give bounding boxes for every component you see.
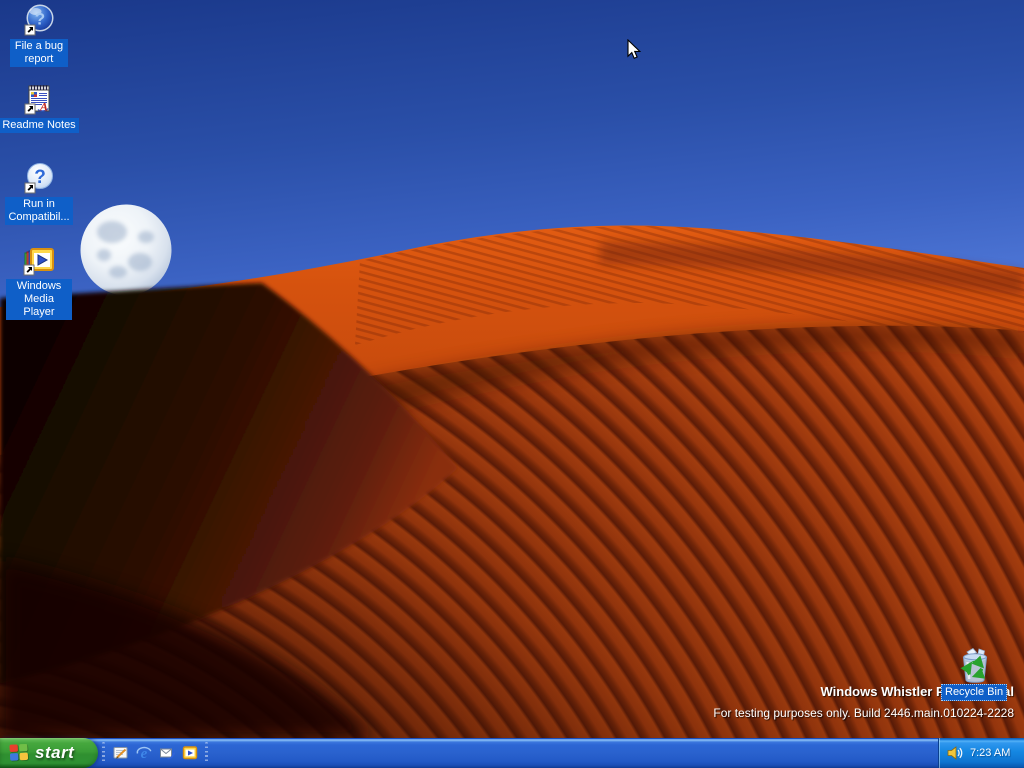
tray-clock[interactable]: 7:23 AM	[970, 747, 1010, 759]
outlook-express-icon[interactable]	[155, 740, 178, 766]
svg-text:?: ?	[35, 10, 45, 29]
recycle-bin-label[interactable]: Recycle Bin	[941, 684, 1008, 701]
icon-label: Windows Media Player	[6, 279, 72, 320]
quick-launch-bar: e	[109, 738, 201, 768]
volume-icon[interactable]	[946, 745, 964, 761]
icon-label: File a bug report	[10, 39, 68, 67]
wallpaper-red-moon-desert	[0, 0, 1024, 738]
shortcut-arrow	[24, 24, 36, 36]
mouse-cursor	[627, 39, 642, 60]
taskbar-separator	[102, 742, 105, 764]
moon	[80, 204, 172, 296]
system-tray: 7:23 AM	[938, 738, 1024, 768]
icon-label: Run in Compatibil...	[5, 197, 73, 225]
desktop-icon-windows-media-player[interactable]: Windows Media Player	[6, 243, 72, 320]
desktop: ? File a bug report A Readme Notes ? Run…	[0, 0, 1024, 738]
start-button[interactable]: start	[0, 738, 98, 768]
media-player-icon	[23, 248, 54, 276]
taskbar-empty-area	[212, 738, 938, 768]
taskbar: start e 7:23 AM	[0, 738, 1024, 768]
shortcut-arrow	[23, 264, 35, 276]
desktop-icon-run-in-compatibility[interactable]: ? Run in Compatibil...	[5, 161, 73, 225]
media-player-icon[interactable]	[178, 740, 201, 766]
windows-flag-icon	[9, 743, 29, 762]
svg-text:A: A	[39, 100, 48, 114]
icon-label: Readme Notes	[0, 118, 79, 133]
shortcut-arrow	[24, 182, 36, 194]
show-desktop-icon[interactable]	[109, 740, 132, 766]
recycle-bin-icon[interactable]	[953, 645, 997, 687]
watermark-build: For testing purposes only. Build 2446.ma…	[713, 706, 1014, 720]
shortcut-arrow	[24, 103, 36, 115]
desktop-icon-file-a-bug-report[interactable]: ? File a bug report	[6, 3, 72, 67]
notepad-icon: A	[24, 85, 50, 115]
internet-explorer-icon[interactable]: e	[132, 740, 155, 766]
desktop-icon-readme-notes[interactable]: A Readme Notes	[0, 82, 79, 133]
svg-text:?: ?	[34, 167, 46, 188]
help-icon: ?	[24, 163, 53, 194]
taskbar-separator	[205, 742, 208, 764]
help-ball-icon: ?	[24, 4, 54, 36]
start-label: start	[35, 743, 75, 762]
